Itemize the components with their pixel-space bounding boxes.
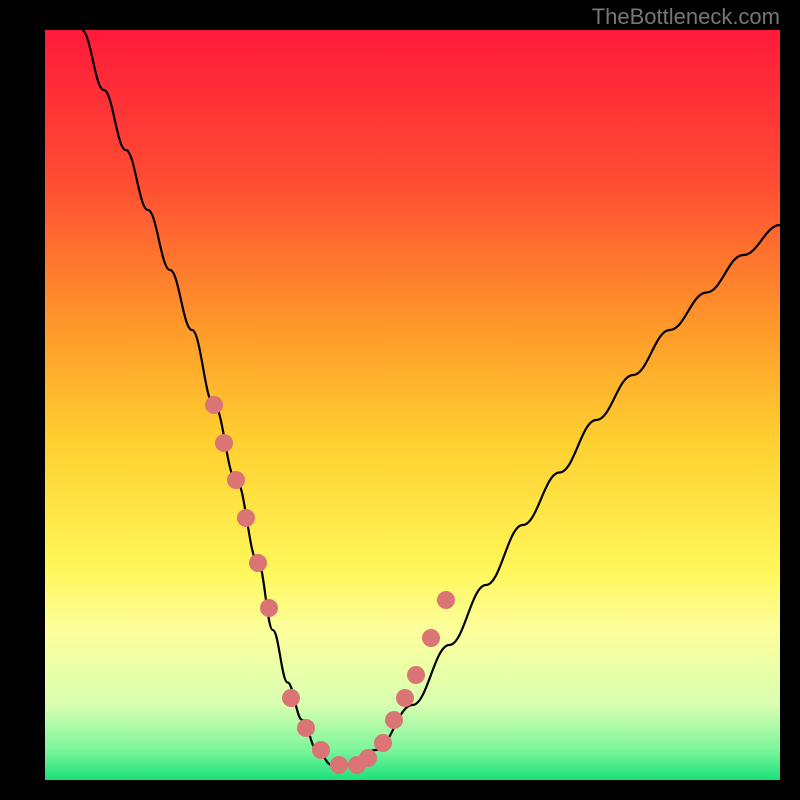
highlight-dot xyxy=(374,734,392,752)
watermark-text: TheBottleneck.com xyxy=(592,4,780,30)
highlight-dot xyxy=(249,554,267,572)
highlight-dot xyxy=(330,756,348,774)
highlight-dot xyxy=(297,719,315,737)
highlight-dot xyxy=(385,711,403,729)
highlight-dot xyxy=(359,749,377,767)
highlight-dot xyxy=(437,591,455,609)
highlight-dot xyxy=(422,629,440,647)
highlight-dot xyxy=(260,599,278,617)
highlight-dot xyxy=(282,689,300,707)
bottleneck-curve xyxy=(82,30,780,765)
highlight-dot xyxy=(227,471,245,489)
highlight-dot xyxy=(407,666,425,684)
highlight-dot xyxy=(237,509,255,527)
highlight-dot xyxy=(312,741,330,759)
highlight-dot xyxy=(215,434,233,452)
highlight-dot xyxy=(205,396,223,414)
plot-area xyxy=(45,30,780,780)
highlight-dot xyxy=(396,689,414,707)
